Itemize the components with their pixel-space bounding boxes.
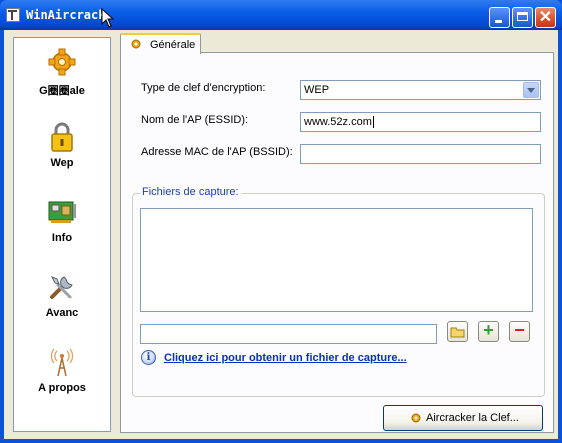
tab-generale[interactable]: Générale (120, 33, 201, 54)
browse-button[interactable] (447, 321, 468, 342)
bssid-input[interactable] (300, 144, 541, 164)
gear-icon (411, 413, 421, 423)
gear-icon (131, 39, 141, 49)
add-capture-button[interactable]: + (478, 320, 499, 342)
client-area: G圈圈ale Wep Info Avanc A propos Générale … (4, 30, 558, 439)
tools-icon (50, 276, 73, 299)
minus-icon: − (514, 320, 525, 340)
capture-path-input[interactable] (140, 324, 437, 344)
plus-icon: + (483, 320, 494, 340)
folder-icon (450, 327, 465, 338)
essid-value: www.52z.com (304, 116, 372, 128)
sidebar-item-label: Avanc (45, 307, 79, 319)
padlock-icon (51, 122, 73, 152)
info-icon: i (141, 350, 156, 365)
sidebar-item-label: Wep (50, 157, 74, 169)
remove-capture-button[interactable]: − (509, 320, 530, 342)
crack-key-label: Aircracker la Clef... (426, 412, 519, 424)
sidebar-item-label: Info (51, 232, 73, 244)
app-icon[interactable] (6, 8, 20, 22)
minimize-icon (495, 20, 502, 23)
close-icon: ✕ (538, 9, 553, 26)
sidebar-item-a-propos[interactable]: A propos (14, 346, 110, 408)
minimize-button[interactable] (489, 7, 510, 28)
sidebar-item-label: G圈圈ale (39, 85, 85, 97)
sidebar-item-label: A propos (38, 382, 86, 394)
tab-label: Générale (150, 39, 196, 51)
sidebar-item-avanc[interactable]: Avanc (14, 271, 110, 333)
maximize-button[interactable] (512, 7, 533, 28)
capture-group-title: Fichiers de capture: (140, 186, 241, 198)
title-bar[interactable]: WinAircrack ✕ (0, 0, 562, 30)
app-window: WinAircrack ✕ G圈圈ale Wep Info Avanc A pr… (0, 0, 562, 443)
mouse-cursor-icon (101, 8, 115, 28)
capture-files-list[interactable] (140, 208, 533, 312)
chevron-down-icon[interactable] (523, 82, 539, 98)
key-type-value: WEP (304, 84, 330, 96)
get-capture-file-link[interactable]: Cliquez ici pour obtenir un fichier de c… (164, 352, 407, 364)
crack-key-button[interactable]: Aircracker la Clef... (383, 405, 543, 431)
key-type-label: Type de clef d'encryption: (141, 82, 266, 94)
bssid-label: Adresse MAC de l'AP (BSSID): (141, 146, 293, 158)
close-button[interactable]: ✕ (535, 7, 556, 28)
antenna-icon (50, 348, 74, 377)
key-type-select[interactable]: WEP (300, 80, 541, 100)
sidebar-item-generale[interactable]: G圈圈ale (14, 46, 110, 108)
essid-input[interactable]: www.52z.com (300, 112, 541, 132)
sidebar: G圈圈ale Wep Info Avanc A propos (13, 37, 111, 432)
essid-label: Nom de l'AP (ESSID): (141, 114, 249, 126)
network-card-icon (48, 201, 76, 223)
maximize-icon (517, 12, 528, 21)
sidebar-item-wep[interactable]: Wep (14, 121, 110, 183)
sidebar-item-info[interactable]: Info (14, 196, 110, 258)
text-caret (372, 116, 374, 129)
gear-puzzle-icon (48, 48, 76, 76)
